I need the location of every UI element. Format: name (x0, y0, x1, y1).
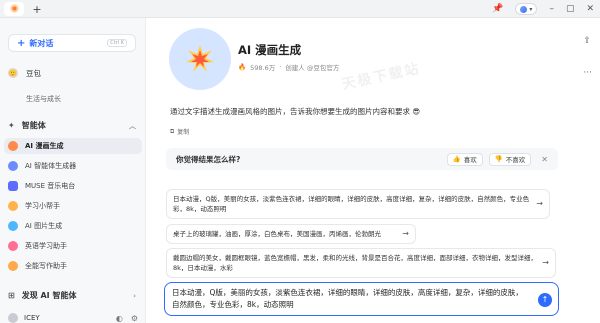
copy-icon: ⧉ (170, 127, 175, 135)
right-toolbar: ⇪ ··· (583, 36, 592, 78)
page-title: AI 漫画生成 (238, 43, 302, 57)
user-profile[interactable]: ICEY ◐ ⚙ (8, 311, 138, 323)
sidebar-subitem[interactable]: 生活与成长 (26, 94, 61, 104)
arrow-right-icon: → (536, 199, 543, 208)
creator-label: 创建人 @豆包官方 (285, 64, 340, 72)
sidebar-item-writing-helper[interactable]: 全能写作助手 (4, 258, 142, 274)
suggestion-item[interactable]: 桌子上的玻璃罐，油画，厚涂，白色桌布，美国漫画，丙烯画，伦勃朗光 → (166, 224, 416, 244)
sidebar-item-doubao[interactable]: 🙂 豆包 (8, 66, 41, 80)
chat-main: AI 漫画生成 🔥 598.6万 · 创建人 @豆包官方 天极下载站 ⇪ ···… (146, 18, 600, 323)
copy-label: 复制 (177, 129, 190, 136)
agent-label: 全能写作助手 (25, 262, 67, 270)
doubao-avatar-icon: 🙂 (8, 68, 18, 78)
minimize-icon[interactable]: – (549, 4, 554, 14)
user-avatar (8, 313, 18, 323)
suggestion-item[interactable]: 日本动漫，Q版，美丽的女孩，淡紫色连衣裙，详细的眼睛，详细的皮肤，高度详细，复杂… (166, 189, 550, 219)
suggestion-text: 桌子上的玻璃罐，油画，厚涂，白色桌布，美国漫画，丙烯画，伦勃朗光 (173, 230, 381, 238)
agent-avatar (169, 28, 231, 90)
send-button[interactable]: ↑ (538, 293, 552, 307)
pin-icon[interactable]: 📌 (492, 4, 503, 14)
chevron-right-icon: › (133, 291, 136, 300)
explosion-icon (186, 45, 214, 72)
message-input-text: 日本动漫，Q版，美丽的女孩，淡紫色连衣裙，详细的眼睛，详细的皮肤，高度详细，复杂… (172, 288, 523, 309)
sidebar-item-english-helper[interactable]: 英语学习助手 (4, 238, 142, 254)
arrow-right-icon: → (542, 258, 549, 267)
sidebar-item-agent-generator[interactable]: AI 智能体生成器 (4, 158, 142, 174)
usage-count: 598.6万 (250, 64, 276, 72)
like-label: 喜欢 (463, 156, 477, 164)
message-input[interactable]: 日本动漫，Q版，美丽的女孩，淡紫色连衣裙，详细的眼睛，详细的皮肤，高度详细，复杂… (164, 282, 559, 316)
agents-section-label: 智能体 (21, 121, 46, 130)
close-icon[interactable]: ✕ (586, 4, 594, 14)
theme-icon[interactable]: ◐ (116, 314, 123, 323)
tab-bar: + 📌 ▾ – ▢ ✕ (0, 0, 600, 18)
arrow-right-icon: → (402, 229, 409, 238)
thumbs-down-icon: 👎 (494, 155, 503, 163)
bot-name: 豆包 (26, 68, 41, 78)
sparkle-icon: ✦ (8, 121, 15, 130)
fire-icon: 🔥 (238, 63, 247, 71)
shortcut-badge: Ctrl K (107, 39, 127, 47)
plus-icon: + (17, 37, 26, 49)
thumbs-up-icon: 👍 (452, 155, 461, 163)
sidebar-item-ai-image[interactable]: AI 图片生成 (4, 218, 142, 234)
discover-label: 发现 AI 智能体 (21, 291, 77, 300)
ai-comic-icon (8, 141, 18, 151)
suggestion-text: 戴圆边帽的美女，戴圆框眼镜，蓝色宽檐帽，黑发，柔和的光线，背景是百合花，高度详细… (173, 254, 537, 272)
writing-helper-icon (8, 261, 18, 271)
gear-icon[interactable]: ⚙ (131, 314, 138, 323)
agent-meta: 🔥 598.6万 · 创建人 @豆包官方 (238, 62, 339, 72)
sidebar: + 新对话 Ctrl K 🙂 豆包 生活与成长 ✦ 智能体 ︿ AI 漫画生成 … (0, 18, 146, 323)
watermark: 天极下载站 (340, 60, 422, 94)
agent-label: 英语学习助手 (25, 242, 67, 250)
feedback-bar: 你觉得结果怎么样? 👍 喜欢 👎 不喜欢 ✕ (166, 148, 558, 170)
avatar (520, 5, 528, 13)
username: ICEY (24, 314, 40, 322)
maximize-icon[interactable]: ▢ (566, 4, 575, 14)
more-icon[interactable]: ··· (583, 68, 592, 78)
agent-label: MUSE 音乐电台 (25, 182, 76, 190)
music-icon (8, 181, 18, 191)
new-chat-button[interactable]: + 新对话 Ctrl K (8, 34, 136, 52)
discover-agents[interactable]: ⊞ 发现 AI 智能体 › (8, 290, 136, 301)
new-chat-label: 新对话 (29, 38, 54, 48)
share-icon[interactable]: ⇪ (583, 36, 592, 46)
agent-intro: 通过文字描述生成漫画风格的图片，告诉我你想要生成的图片内容和要求 😎 (170, 107, 421, 116)
discover-icon: ⊞ (8, 291, 15, 300)
agents-section-header[interactable]: ✦ 智能体 ︿ (8, 120, 136, 131)
window-controls: 📌 ▾ – ▢ ✕ (492, 2, 594, 16)
like-button[interactable]: 👍 喜欢 (446, 152, 483, 166)
dislike-button[interactable]: 👎 不喜欢 (488, 152, 532, 166)
feedback-question: 你觉得结果怎么样? (176, 154, 241, 164)
account-switcher[interactable]: ▾ (515, 3, 538, 15)
english-helper-icon (8, 241, 18, 251)
suggestion-item[interactable]: 戴圆边帽的美女，戴圆框眼镜，蓝色宽檐帽，黑发，柔和的光线，背景是百合花，高度详细… (166, 248, 556, 278)
app-logo-icon (9, 3, 19, 15)
arrow-up-icon: ↑ (541, 295, 549, 304)
chevron-down-icon: ▾ (529, 5, 533, 13)
separator: · (279, 63, 282, 71)
study-helper-icon (8, 201, 18, 211)
new-tab-button[interactable]: + (30, 2, 44, 16)
agent-label: AI 图片生成 (25, 222, 63, 230)
sidebar-item-study-helper[interactable]: 学习小帮手 (4, 198, 142, 214)
sidebar-item-ai-comic[interactable]: AI 漫画生成 (4, 138, 142, 154)
suggestion-text: 日本动漫，Q版，美丽的女孩，淡紫色连衣裙，详细的眼睛，详细的皮肤，高度详细，复杂… (173, 195, 530, 213)
dislike-label: 不喜欢 (505, 156, 526, 164)
agent-generator-icon (8, 161, 18, 171)
image-gen-icon (8, 221, 18, 231)
agent-label: AI 智能体生成器 (25, 162, 77, 170)
agent-label: AI 漫画生成 (25, 142, 64, 150)
sidebar-item-muse-radio[interactable]: MUSE 音乐电台 (4, 178, 142, 194)
close-icon[interactable]: ✕ (541, 155, 548, 164)
browser-tab[interactable] (4, 2, 24, 16)
agent-label: 学习小帮手 (25, 202, 60, 210)
chevron-up-icon: ︿ (129, 121, 136, 130)
copy-button[interactable]: ⧉ 复制 (170, 127, 190, 137)
